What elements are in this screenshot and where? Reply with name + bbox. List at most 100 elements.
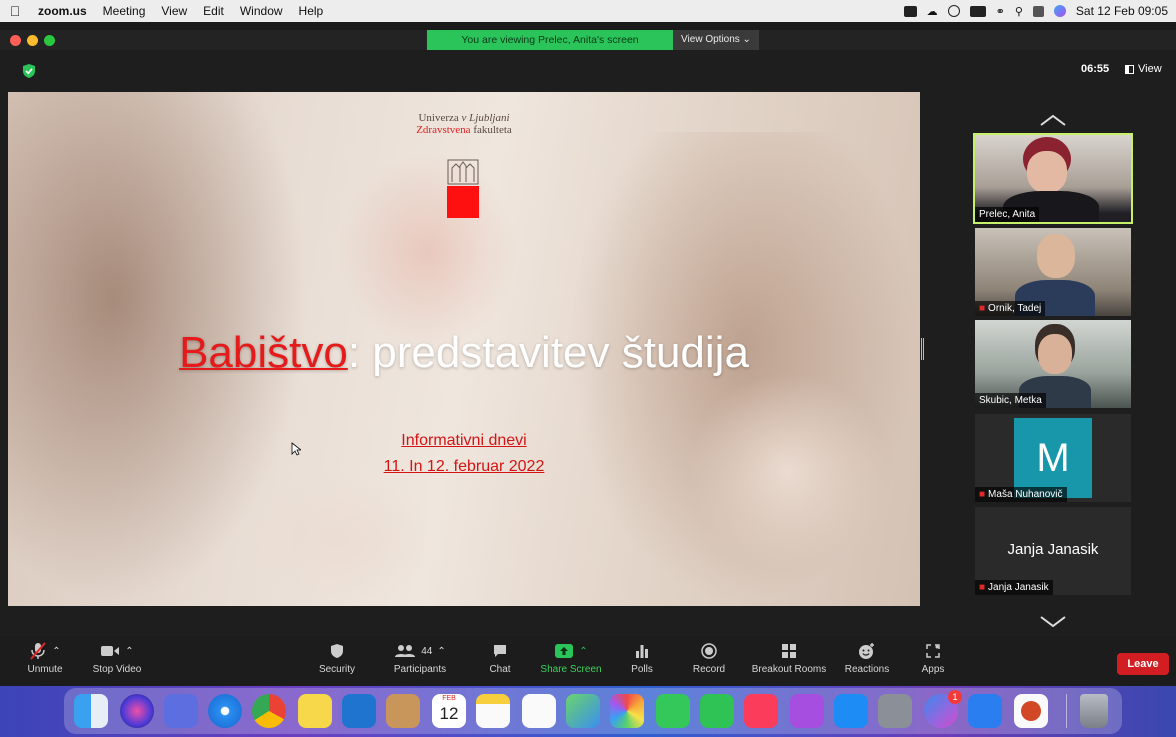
leave-button[interactable]: Leave <box>1117 653 1169 675</box>
menu-meeting[interactable]: Meeting <box>95 4 154 18</box>
app-store-icon[interactable] <box>834 694 868 728</box>
shield-icon <box>331 644 343 658</box>
polls-label: Polls <box>631 664 653 675</box>
zoom-window-button[interactable] <box>44 35 55 46</box>
polls-icon <box>636 645 648 658</box>
system-preferences-icon[interactable] <box>878 694 912 728</box>
chevron-down-icon[interactable] <box>1040 616 1066 628</box>
safari-icon[interactable] <box>208 694 242 728</box>
participant-name-label: ■ Ornik, Tadej <box>975 301 1046 316</box>
link-icon[interactable]: ⚭ <box>996 5 1005 18</box>
security-button[interactable]: Security <box>292 640 382 675</box>
control-center-icon[interactable] <box>1032 5 1044 17</box>
participant-name-label: Prelec, Anita <box>975 207 1040 222</box>
datetime[interactable]: Sat 12 Feb 09:05 <box>1076 4 1168 18</box>
siri-icon[interactable] <box>1053 5 1066 17</box>
zoom-app-icon[interactable] <box>968 694 1002 728</box>
participant-tile-nuhanovic[interactable]: M ■ Maša Nuhanovič <box>975 414 1131 502</box>
participant-name-text: Janja Janasik <box>988 582 1049 593</box>
university-city: Ljubljani <box>469 112 510 124</box>
participant-tile-skubic[interactable]: Skubic, Metka <box>975 320 1131 408</box>
launchpad-icon[interactable] <box>164 694 198 728</box>
participant-tile-prelec[interactable]: Prelec, Anita <box>973 133 1133 224</box>
outlook-icon[interactable] <box>342 694 376 728</box>
participants-count: 44 <box>421 645 433 657</box>
maps-icon[interactable] <box>566 694 600 728</box>
play-circle-icon[interactable] <box>947 5 960 17</box>
apps-label: Apps <box>921 664 945 675</box>
facetime-icon[interactable] <box>700 694 734 728</box>
apple-menu-icon[interactable]:  <box>0 3 30 19</box>
video-caret-icon[interactable]: ⌃ <box>125 646 133 657</box>
messenger-badge: 1 <box>948 690 962 704</box>
encryption-shield-icon[interactable] <box>22 63 36 79</box>
search-icon[interactable]: ⚲ <box>1015 5 1023 18</box>
participant-display-name: Janja Janasik <box>1007 541 1099 558</box>
view-button[interactable]: View <box>1125 63 1162 75</box>
meeting-toolbar: ⌃ Unmute ⌃ Stop Video Security 44 ⌃ Parti… <box>0 636 1176 686</box>
chrome-icon[interactable] <box>252 694 286 728</box>
podcasts-icon[interactable] <box>790 694 824 728</box>
participant-tile-ornik[interactable]: ■ Ornik, Tadej <box>975 228 1131 316</box>
participants-button[interactable]: 44 ⌃ Participants <box>375 640 465 675</box>
apps-button[interactable]: Apps <box>888 640 978 675</box>
share-caret-icon[interactable]: ⌃ <box>579 646 587 657</box>
contacts-icon[interactable] <box>386 694 420 728</box>
participant-name-label: Skubic, Metka <box>975 393 1046 408</box>
music-icon[interactable] <box>744 694 778 728</box>
video-camera-icon <box>101 646 120 656</box>
view-options-button[interactable]: View Options ⌄ <box>673 30 759 50</box>
messenger-icon[interactable]: 1 <box>924 690 962 728</box>
menu-help[interactable]: Help <box>291 4 332 18</box>
minimize-window-button[interactable] <box>27 35 38 46</box>
finder-icon[interactable] <box>74 694 108 728</box>
record-button[interactable]: Record <box>664 640 754 675</box>
split-resize-handle[interactable] <box>921 338 924 360</box>
stickies-icon[interactable] <box>298 694 332 728</box>
slide-background-poster <box>338 152 518 352</box>
battery-icon[interactable] <box>969 5 986 17</box>
participant-tile-janasik[interactable]: Janja Janasik ■ Janja Janasik <box>975 507 1131 595</box>
siri-icon[interactable] <box>120 694 154 728</box>
slide-baby-doll-left <box>238 472 438 606</box>
chevron-up-icon[interactable] <box>1040 114 1066 126</box>
menu-window[interactable]: Window <box>232 4 291 18</box>
menubar-status-area: ☁ ⚭ ⚲ Sat 12 Feb 09:05 <box>903 4 1176 18</box>
screen-share-banner: You are viewing Prelec, Anita's screen V… <box>427 30 759 50</box>
participant-name-text: Ornik, Tadej <box>988 303 1042 314</box>
unmute-caret-icon[interactable]: ⌃ <box>52 646 60 657</box>
reminders-icon[interactable] <box>522 694 556 728</box>
participant-name-label: ■ Maša Nuhanovič <box>975 487 1067 502</box>
slide-title-rest: : predstavitev študija <box>347 328 749 377</box>
participants-icon <box>395 645 416 657</box>
menu-view[interactable]: View <box>153 4 195 18</box>
cloud-icon[interactable]: ☁ <box>927 5 938 18</box>
traffic-lights <box>10 35 55 46</box>
view-layout-icon <box>1125 64 1134 74</box>
messages-icon[interactable] <box>656 694 690 728</box>
security-label: Security <box>318 664 356 675</box>
university-prefix: Univerza <box>418 112 462 124</box>
mic-muted-icon: ■ <box>979 303 986 314</box>
trash-icon[interactable] <box>1080 694 1108 728</box>
zoom-status-icon[interactable] <box>903 5 917 17</box>
participant-name-text: Skubic, Metka <box>979 395 1042 406</box>
menu-edit[interactable]: Edit <box>195 4 232 18</box>
window-titlebar: You are viewing Prelec, Anita's screen V… <box>0 30 1176 50</box>
viewing-screen-label: You are viewing Prelec, Anita's screen <box>427 30 673 50</box>
calendar-icon[interactable]: FEB 12 <box>432 694 466 728</box>
notes-icon[interactable] <box>476 694 510 728</box>
breakout-rooms-button[interactable]: Breakout Rooms <box>744 640 834 675</box>
close-window-button[interactable] <box>10 35 21 46</box>
participant-face <box>1037 234 1075 278</box>
photos-icon[interactable] <box>610 694 644 728</box>
powerpoint-icon[interactable] <box>1014 694 1048 728</box>
menu-app-name[interactable]: zoom.us <box>30 4 95 18</box>
mic-muted-icon: ■ <box>979 489 986 500</box>
faculty-name: Zdravstvena fakulteta <box>8 124 920 136</box>
participant-avatar: M <box>1014 418 1092 498</box>
participant-name-text: Maša Nuhanovič <box>988 489 1063 500</box>
participants-caret-icon[interactable]: ⌃ <box>437 646 445 657</box>
stop-video-button[interactable]: ⌃ Stop Video <box>72 640 162 676</box>
macos-menubar:  zoom.us Meeting View Edit Window Help … <box>0 0 1176 22</box>
